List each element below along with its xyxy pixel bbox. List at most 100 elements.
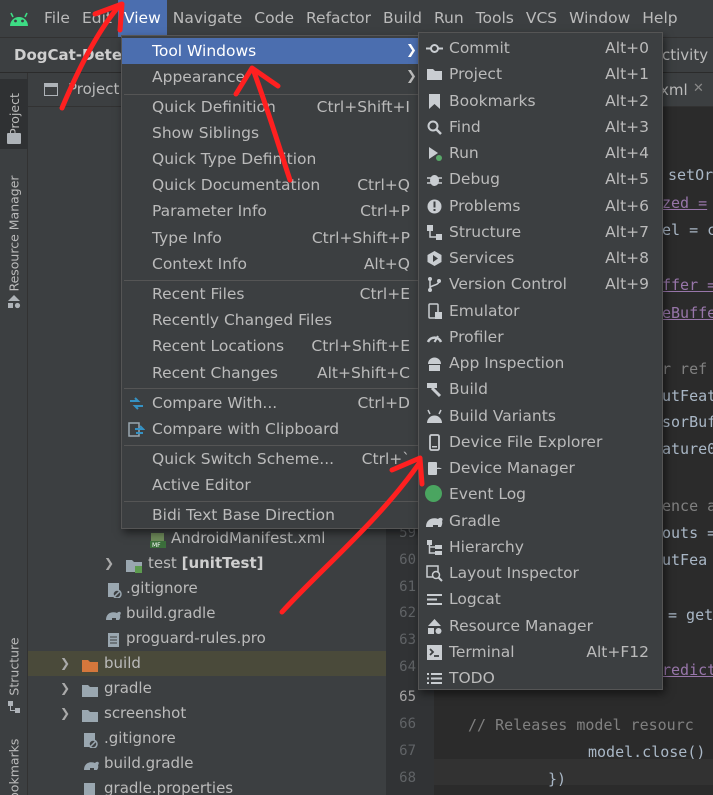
menu-item-emulator[interactable]: Emulator [419,298,662,324]
chevron-right-icon[interactable]: ❯ [102,551,116,576]
line-number: 66 [399,716,416,732]
code-line: ence a [662,497,713,515]
menu-item-event-log[interactable]: Event Log [419,481,662,507]
menu-item-recent-locations[interactable]: Recent Locations Ctrl+Shift+E [122,333,418,359]
menu-edit[interactable]: Edit [76,0,118,37]
menu-item-parameter-info[interactable]: Parameter Info Ctrl+P [122,198,418,224]
menu-item-device-manager[interactable]: Device Manager [419,455,662,481]
line-number: 61 [399,579,416,595]
menu-item-services[interactable]: Services Alt+8 [419,245,662,271]
menu-item-hierarchy[interactable]: Hierarchy [419,534,662,560]
tab-resource-manager-label: Resource Manager [6,174,22,292]
menu-code[interactable]: Code [248,0,300,37]
tree-row-test-folder[interactable]: ❯ test [unitTest] [28,551,386,576]
menu-item-logcat[interactable]: Logcat [419,586,662,612]
menu-item-run[interactable]: Run Alt+4 [419,140,662,166]
tree-row-build-gradle[interactable]: build.gradle [28,601,386,626]
menu-item-version-control[interactable]: Version Control Alt+9 [419,271,662,297]
compare-icon [128,394,145,411]
gauge-icon [426,328,443,345]
svg-text:MF: MF [152,542,161,548]
tab-resource-manager[interactable]: Resource Manager [0,173,28,293]
code-line: utFea [662,551,708,569]
editor-tab[interactable]: xml ✕ [656,73,713,107]
menu-refactor[interactable]: Refactor [300,0,377,37]
resource-manager-icon [426,617,443,634]
tab-structure[interactable]: Structure [0,633,28,699]
menu-item-find[interactable]: Find Alt+3 [419,114,662,140]
editor-tab-label: xml [660,81,688,99]
menu-item-terminal[interactable]: Terminal Alt+F12 [419,639,662,665]
menu-item-profiler[interactable]: Profiler [419,324,662,350]
menu-item-commit[interactable]: Commit Alt+0 [419,35,662,61]
test-folder-icon [126,556,142,573]
chevron-right-icon[interactable]: ❯ [58,701,72,726]
chevron-right-icon[interactable]: ❯ [58,676,72,701]
properties-file-icon [82,781,98,795]
menu-view[interactable]: View [117,0,167,37]
logcat-icon [426,590,443,607]
emulator-icon [426,302,443,319]
menu-item-tool-windows[interactable]: Tool Windows ❯ [122,38,418,64]
menu-item-type-info[interactable]: Type Info Ctrl+Shift+P [122,225,418,251]
tree-row-root-build-gradle[interactable]: build.gradle [28,751,386,776]
tree-row-gradle-folder[interactable]: ❯ gradle [28,676,386,701]
tree-row-label: gradle.properties [104,779,234,795]
project-breadcrumb[interactable]: DogCat-Detec [14,46,131,64]
menu-item-quick-type-definition[interactable]: Quick Type Definition [122,146,418,172]
project-panel-title[interactable]: Project [68,80,119,98]
menu-item-build[interactable]: Build [419,376,662,402]
menu-item-quick-documentation[interactable]: Quick Documentation Ctrl+Q [122,172,418,198]
folder-icon [82,656,98,672]
menu-item-bidi-text-direction[interactable]: Bidi Text Base Direction [122,502,418,528]
menu-item-context-info[interactable]: Context Info Alt+Q [122,251,418,277]
menu-item-bookmarks[interactable]: Bookmarks Alt+2 [419,88,662,114]
tree-row-root-gitignore[interactable]: .gitignore [28,726,386,751]
event-log-icon [424,484,443,503]
menu-item-device-file-explorer[interactable]: Device File Explorer [419,429,662,455]
phone-icon [426,433,443,451]
menu-item-layout-inspector[interactable]: Layout Inspector [419,560,662,586]
tab-bookmarks[interactable]: Bookmarks [0,733,28,795]
menu-item-build-variants[interactable]: Build Variants [419,403,662,429]
tree-row-gradle-properties[interactable]: gradle.properties [28,776,386,795]
menu-item-compare-with[interactable]: Compare With... Ctrl+D [122,390,418,416]
menu-item-gradle[interactable]: Gradle [419,508,662,534]
menu-item-structure[interactable]: Structure Alt+7 [419,219,662,245]
project-view-icon [44,83,58,96]
breadcrumb-fragment[interactable]: ctivity [662,46,708,64]
menu-item-active-editor[interactable]: Active Editor [122,472,418,498]
tree-row-screenshot-folder[interactable]: ❯ screenshot [28,701,386,726]
menu-item-recently-changed-files[interactable]: Recently Changed Files [122,307,418,333]
menu-item-problems[interactable]: Problems Alt+6 [419,193,662,219]
menu-item-project[interactable]: Project Alt+1 [419,61,662,87]
code-line: ature0 [662,440,713,458]
tree-row-gitignore[interactable]: .gitignore [28,576,386,601]
menu-item-show-siblings[interactable]: Show Siblings [122,120,418,146]
menu-item-appearance[interactable]: Appearance ❯ [122,64,418,90]
menu-file[interactable]: File [38,0,76,37]
menu-item-recent-changes[interactable]: Recent Changes Alt+Shift+C [122,360,418,386]
shapes-icon [7,295,21,309]
tree-row-build-folder[interactable]: ❯ build [28,651,386,676]
menu-item-app-inspection[interactable]: App Inspection [419,350,662,376]
menu-item-todo[interactable]: TODO [419,665,662,691]
gradle-file-icon [82,756,99,771]
menu-item-compare-with-clipboard[interactable]: Compare with Clipboard [122,416,418,442]
layout-inspector-icon [426,564,443,582]
tree-row-proguard[interactable]: proguard-rules.pro [28,626,386,651]
menu-item-quick-definition[interactable]: Quick Definition Ctrl+Shift+I [122,94,418,120]
gitignore-file-icon [82,731,98,749]
chevron-right-icon[interactable]: ❯ [58,651,72,676]
menu-item-recent-files[interactable]: Recent Files Ctrl+E [122,281,418,307]
tree-row-android-manifest[interactable]: MF AndroidManifest.xml [28,526,386,551]
menu-navigate[interactable]: Navigate [167,0,249,37]
menu-item-resource-manager[interactable]: Resource Manager [419,613,662,639]
menu-item-debug[interactable]: Debug Alt+5 [419,166,662,192]
code-line: eBuffe [662,304,713,322]
folder-icon [426,65,443,82]
line-number: 64 [399,659,416,675]
services-icon [426,249,443,266]
close-icon[interactable]: ✕ [693,81,704,96]
menu-item-quick-switch-scheme[interactable]: Quick Switch Scheme... Ctrl+` [122,446,418,472]
